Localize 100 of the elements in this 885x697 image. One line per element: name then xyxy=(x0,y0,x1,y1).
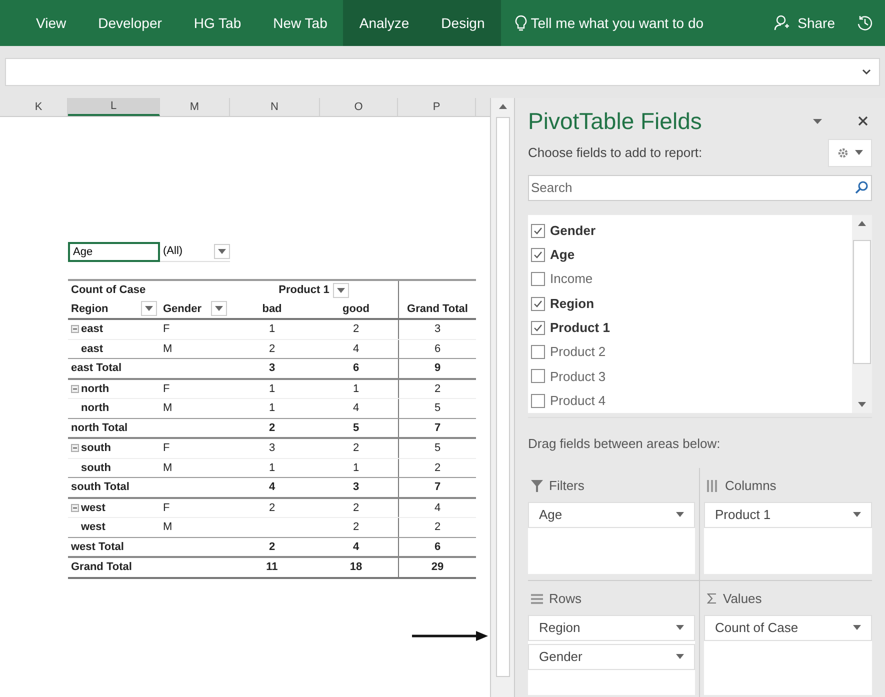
dropdown-caret-icon xyxy=(215,306,223,312)
caret-icon xyxy=(853,512,861,517)
area-field-item[interactable]: Region xyxy=(528,614,695,640)
area-field-item[interactable]: Count of Case xyxy=(704,614,872,640)
tell-me-field[interactable]: Tell me what you want to do xyxy=(530,12,704,34)
area-title: Rows xyxy=(549,590,582,608)
ribbon-tab[interactable]: New Tab xyxy=(257,0,344,46)
row-field-label: Gender xyxy=(163,302,202,316)
field-checkbox[interactable] xyxy=(531,248,545,262)
history-icon[interactable] xyxy=(857,15,873,31)
field-checkbox[interactable] xyxy=(531,345,545,360)
field-label[interactable]: Product 3 xyxy=(550,366,606,386)
scroll-down-icon[interactable] xyxy=(858,402,866,406)
column-item-label: bad xyxy=(262,302,282,316)
pane-title: PivotTable Fields xyxy=(528,107,702,136)
ribbon-tab[interactable]: View xyxy=(20,0,82,46)
column-header[interactable]: N xyxy=(230,98,320,116)
drag-hint: Drag fields between areas below: xyxy=(528,436,720,450)
gender-cell-text: M xyxy=(163,342,172,356)
collapse-icon[interactable] xyxy=(71,384,79,393)
value-cell-text: 5 xyxy=(434,401,441,416)
value-cell-text: 7 xyxy=(434,480,441,495)
caret-icon xyxy=(676,654,684,659)
column-header[interactable]: P xyxy=(398,98,476,116)
scroll-up-icon[interactable] xyxy=(858,220,866,226)
value-cell-text: 4 xyxy=(268,480,276,495)
field-checkbox[interactable] xyxy=(531,394,545,408)
field-checkbox[interactable] xyxy=(531,224,545,238)
field-checkbox[interactable] xyxy=(531,369,545,384)
settings-button[interactable] xyxy=(828,138,872,166)
region-label: south xyxy=(80,460,111,476)
column-field-label: Product 1 xyxy=(278,283,330,298)
ribbon-tab[interactable]: HG Tab xyxy=(178,0,258,46)
filter-value-cell-text: (All) xyxy=(163,244,183,260)
share-button[interactable]: Share xyxy=(798,12,835,34)
field-checkbox[interactable] xyxy=(531,272,545,286)
area-field-item[interactable]: Product 1 xyxy=(704,502,872,528)
area-drop-zone[interactable]: Age xyxy=(528,502,695,574)
area-field-item[interactable]: Gender xyxy=(528,644,695,670)
field-label[interactable]: Region xyxy=(550,294,594,314)
value-cell-text: 9 xyxy=(434,361,441,376)
field-checkbox[interactable] xyxy=(531,296,545,311)
ribbon-tab[interactable]: Developer xyxy=(82,0,178,46)
scroll-up-icon[interactable] xyxy=(498,104,506,109)
gender-cell-text: F xyxy=(163,322,170,337)
gender-cell-text: M xyxy=(163,520,172,535)
value-cell-text: 2 xyxy=(268,420,276,436)
value-cell-text: 2 xyxy=(352,322,360,337)
gender-cell-text: M xyxy=(163,401,172,416)
value-cell-text: 2 xyxy=(352,441,360,456)
field-label[interactable]: Gender xyxy=(550,220,596,240)
pane-options-caret-icon[interactable] xyxy=(813,118,822,124)
expand-chevron-icon[interactable] xyxy=(862,69,871,75)
area-drop-zone[interactable]: Count of Case xyxy=(704,614,872,694)
total-label: south Total xyxy=(71,480,130,495)
gender-cell-text: F xyxy=(163,382,170,396)
ribbon-tab[interactable]: Analyze xyxy=(343,0,426,46)
filter-dropdown-button[interactable] xyxy=(333,282,350,298)
sigma-icon xyxy=(707,593,717,604)
column-header[interactable]: L xyxy=(68,98,160,116)
value-cell-text: 3 xyxy=(352,480,360,495)
column-header[interactable]: M xyxy=(160,98,230,116)
vertical-scrollbar[interactable] xyxy=(490,98,515,697)
collapse-icon[interactable] xyxy=(71,444,79,452)
field-label[interactable]: Age xyxy=(550,245,575,265)
person-icon xyxy=(774,15,790,31)
region-label: west xyxy=(80,520,106,535)
caret-icon xyxy=(676,512,684,517)
column-header[interactable]: O xyxy=(320,98,398,116)
total-label: east Total xyxy=(71,361,122,376)
value-cell-text: 2 xyxy=(268,540,276,554)
filter-dropdown-button[interactable] xyxy=(214,244,230,259)
value-cell-text: 2 xyxy=(352,500,360,516)
ribbon-tab[interactable]: Design xyxy=(425,0,501,46)
field-label[interactable]: Product 4 xyxy=(550,390,606,410)
filter-field-cell[interactable]: Age xyxy=(68,242,160,262)
field-label[interactable]: Income xyxy=(550,269,593,289)
field-label[interactable]: Product 2 xyxy=(550,342,606,362)
search-icon[interactable] xyxy=(855,180,868,194)
field-checkbox[interactable] xyxy=(531,320,545,335)
value-cell-text: 2 xyxy=(434,382,441,396)
arrow-icon xyxy=(412,631,488,641)
region-label: north xyxy=(81,382,110,396)
gender-cell-text: M xyxy=(163,460,172,476)
area-drop-zone[interactable]: Product 1 xyxy=(704,502,872,574)
field-list-scrollbar[interactable] xyxy=(852,214,872,412)
area-drop-zone[interactable]: Region Gender xyxy=(528,614,695,694)
collapse-icon[interactable] xyxy=(71,325,79,334)
value-cell-text: 4 xyxy=(352,342,360,356)
filter-dropdown-button[interactable] xyxy=(141,301,157,316)
collapse-icon[interactable] xyxy=(71,504,79,512)
filter-dropdown-button[interactable] xyxy=(211,301,227,316)
formula-bar-field[interactable] xyxy=(5,58,880,86)
search-field[interactable]: Search xyxy=(528,174,872,200)
value-cell-text: 6 xyxy=(434,342,441,356)
area-field-item[interactable]: Age xyxy=(528,502,695,528)
field-label[interactable]: Product 1 xyxy=(550,318,610,338)
value-cell-text: 2 xyxy=(268,342,276,356)
close-icon[interactable] xyxy=(858,116,868,126)
value-cell-text: 7 xyxy=(434,420,441,436)
